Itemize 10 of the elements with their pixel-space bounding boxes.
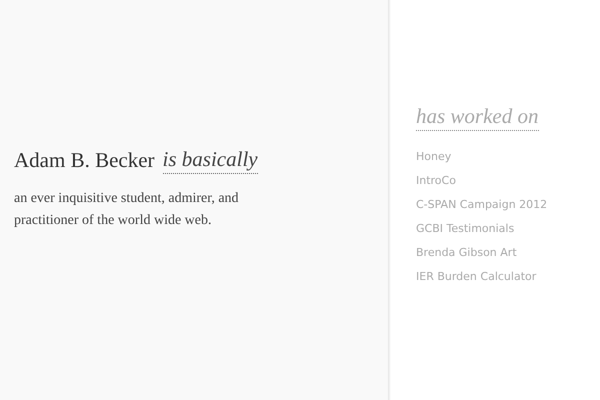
project-link[interactable]: GCBI Testimonials	[416, 222, 514, 235]
projects-heading: has worked on	[416, 103, 538, 131]
project-link[interactable]: Brenda Gibson Art	[416, 246, 517, 259]
name-heading: Adam B. Becker	[14, 147, 155, 174]
connector-text: is basically	[162, 146, 258, 174]
project-link[interactable]: Honey	[416, 150, 452, 163]
project-link[interactable]: IER Burden Calculator	[416, 270, 536, 283]
description-text: an ever inquisitive student, admirer, and practitioner of the world wide web.	[14, 190, 240, 230]
project-link[interactable]: IntroCo	[416, 174, 456, 187]
project-link[interactable]: C-SPAN Campaign 2012	[416, 198, 548, 211]
